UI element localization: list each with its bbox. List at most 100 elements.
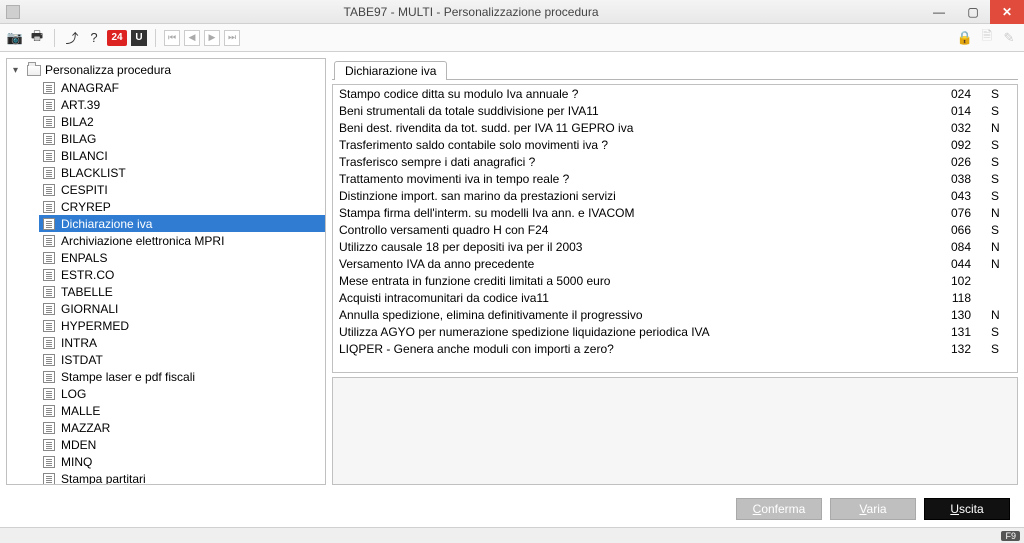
tree-item[interactable]: CRYREP	[39, 198, 325, 215]
tree-item[interactable]: ISTDAT	[39, 351, 325, 368]
tree-item[interactable]: INTRA	[39, 334, 325, 351]
tree-item[interactable]: LOG	[39, 385, 325, 402]
document-icon	[43, 133, 55, 145]
table-row[interactable]: Stampo codice ditta su modulo Iva annual…	[333, 85, 1017, 102]
camera-icon[interactable]: 📷	[6, 29, 24, 47]
table-row[interactable]: LIQPER - Genera anche moduli con importi…	[333, 340, 1017, 357]
row-value: S	[977, 170, 1017, 187]
row-code: 130	[921, 306, 977, 323]
tree-item[interactable]: Stampa partitari	[39, 470, 325, 485]
close-button[interactable]: ✕	[990, 0, 1024, 24]
minimize-button[interactable]: —	[922, 0, 956, 24]
row-code: 131	[921, 323, 977, 340]
table-row[interactable]: Trasferimento saldo contabile solo movim…	[333, 136, 1017, 153]
tree-item[interactable]: MDEN	[39, 436, 325, 453]
window-title: TABE97 - MULTI - Personalizzazione proce…	[20, 5, 922, 19]
table-row[interactable]: Utilizzo causale 18 per depositi iva per…	[333, 238, 1017, 255]
varia-button[interactable]: Varia	[830, 498, 916, 520]
table-row[interactable]: Beni dest. rivendita da tot. sudd. per I…	[333, 119, 1017, 136]
tree-item[interactable]: Stampe laser e pdf fiscali	[39, 368, 325, 385]
document-icon	[43, 405, 55, 417]
row-description: Utilizzo causale 18 per depositi iva per…	[333, 238, 921, 255]
tree-item[interactable]: Archiviazione elettronica MPRI	[39, 232, 325, 249]
footer: Conferma Varia Uscita	[0, 491, 1024, 527]
table-row[interactable]: Controllo versamenti quadro H con F24066…	[333, 221, 1017, 238]
table-row[interactable]: Acquisti intracomunitari da codice iva11…	[333, 289, 1017, 306]
document-icon	[43, 337, 55, 349]
tree-item-label: HYPERMED	[61, 319, 129, 333]
table-row[interactable]: Annulla spedizione, elimina definitivame…	[333, 306, 1017, 323]
tree-item-label: ART.39	[61, 98, 100, 112]
help-icon[interactable]: ?	[85, 29, 103, 47]
maximize-button[interactable]: ▢	[956, 0, 990, 24]
tree-item[interactable]: BLACKLIST	[39, 164, 325, 181]
conferma-button[interactable]: Conferma	[736, 498, 822, 520]
tree-item[interactable]: ENPALS	[39, 249, 325, 266]
tree-item[interactable]: ESTR.CO	[39, 266, 325, 283]
nav-last-icon[interactable]: ⏭	[224, 30, 240, 46]
row-description: Trattamento movimenti iva in tempo reale…	[333, 170, 921, 187]
upload-icon[interactable]: ⤴	[63, 29, 81, 47]
table-row[interactable]: Versamento IVA da anno precedente044N	[333, 255, 1017, 272]
u-icon[interactable]: U	[131, 30, 147, 46]
main-area: ▾ Personalizza procedura ANAGRAFART.39BI…	[0, 52, 1024, 491]
doc-icon[interactable]: 🗎	[978, 29, 996, 47]
table-row[interactable]: Beni strumentali da totale suddivisione …	[333, 102, 1017, 119]
tree-item[interactable]: MAZZAR	[39, 419, 325, 436]
tree-item[interactable]: MINQ	[39, 453, 325, 470]
tree-item[interactable]: BILAG	[39, 130, 325, 147]
tree-item[interactable]: ART.39	[39, 96, 325, 113]
tree-item[interactable]: ANAGRAF	[39, 79, 325, 96]
row-value: S	[977, 187, 1017, 204]
nav-first-icon[interactable]: ⏮	[164, 30, 180, 46]
nav-prev-icon[interactable]: ◀	[184, 30, 200, 46]
table-row[interactable]: Stampa firma dell'interm. su modelli Iva…	[333, 204, 1017, 221]
tree-item-label: BLACKLIST	[61, 166, 126, 180]
edit-icon[interactable]: ✎	[1000, 29, 1018, 47]
nav-next-icon[interactable]: ▶	[204, 30, 220, 46]
tree-toggle-icon[interactable]: ▾	[13, 65, 23, 76]
tree-item[interactable]: TABELLE	[39, 283, 325, 300]
tree-item[interactable]: MALLE	[39, 402, 325, 419]
table-row[interactable]: Distinzione import. san marino da presta…	[333, 187, 1017, 204]
tree-root[interactable]: ▾ Personalizza procedura	[13, 61, 325, 79]
table-row[interactable]: Trasferisco sempre i dati anagrafici ?02…	[333, 153, 1017, 170]
table-row[interactable]: Trattamento movimenti iva in tempo reale…	[333, 170, 1017, 187]
tree-item[interactable]: HYPERMED	[39, 317, 325, 334]
tree-item[interactable]: CESPITI	[39, 181, 325, 198]
row-code: 066	[921, 221, 977, 238]
grid-pane[interactable]: Stampo codice ditta su modulo Iva annual…	[332, 84, 1018, 373]
app-icon	[6, 5, 20, 19]
table-row[interactable]: Mese entrata in funzione crediti limitat…	[333, 272, 1017, 289]
table-row[interactable]: Utilizza AGYO per numerazione spedizione…	[333, 323, 1017, 340]
tree-pane[interactable]: ▾ Personalizza procedura ANAGRAFART.39BI…	[6, 58, 326, 485]
document-icon	[43, 320, 55, 332]
tree-item[interactable]: BILA2	[39, 113, 325, 130]
document-icon	[43, 354, 55, 366]
document-icon	[43, 218, 55, 230]
tree-item[interactable]: BILANCI	[39, 147, 325, 164]
tree-item-label: Stampa partitari	[61, 472, 146, 486]
row-code: 014	[921, 102, 977, 119]
tree-item-label: MAZZAR	[61, 421, 110, 435]
print-icon[interactable]: 🖶	[28, 29, 46, 47]
lock-icon[interactable]: 🔒	[956, 29, 974, 47]
tree-item-label: CRYREP	[61, 200, 111, 214]
row-description: Beni dest. rivendita da tot. sudd. per I…	[333, 119, 921, 136]
tree-item[interactable]: GIORNALI	[39, 300, 325, 317]
row-value: N	[977, 255, 1017, 272]
uscita-button[interactable]: Uscita	[924, 498, 1010, 520]
document-icon	[43, 184, 55, 196]
row-code: 076	[921, 204, 977, 221]
tree-item-label: ISTDAT	[61, 353, 103, 367]
row-code: 092	[921, 136, 977, 153]
log-pane[interactable]	[332, 377, 1018, 485]
status-key: F9	[1001, 531, 1020, 541]
row-value: N	[977, 306, 1017, 323]
document-icon	[43, 456, 55, 468]
tree-item-label: MALLE	[61, 404, 100, 418]
tab-dichiarazione-iva[interactable]: Dichiarazione iva	[334, 61, 447, 80]
row-code: 026	[921, 153, 977, 170]
badge-24-icon[interactable]: 24	[107, 30, 127, 46]
tree-item[interactable]: Dichiarazione iva	[39, 215, 325, 232]
